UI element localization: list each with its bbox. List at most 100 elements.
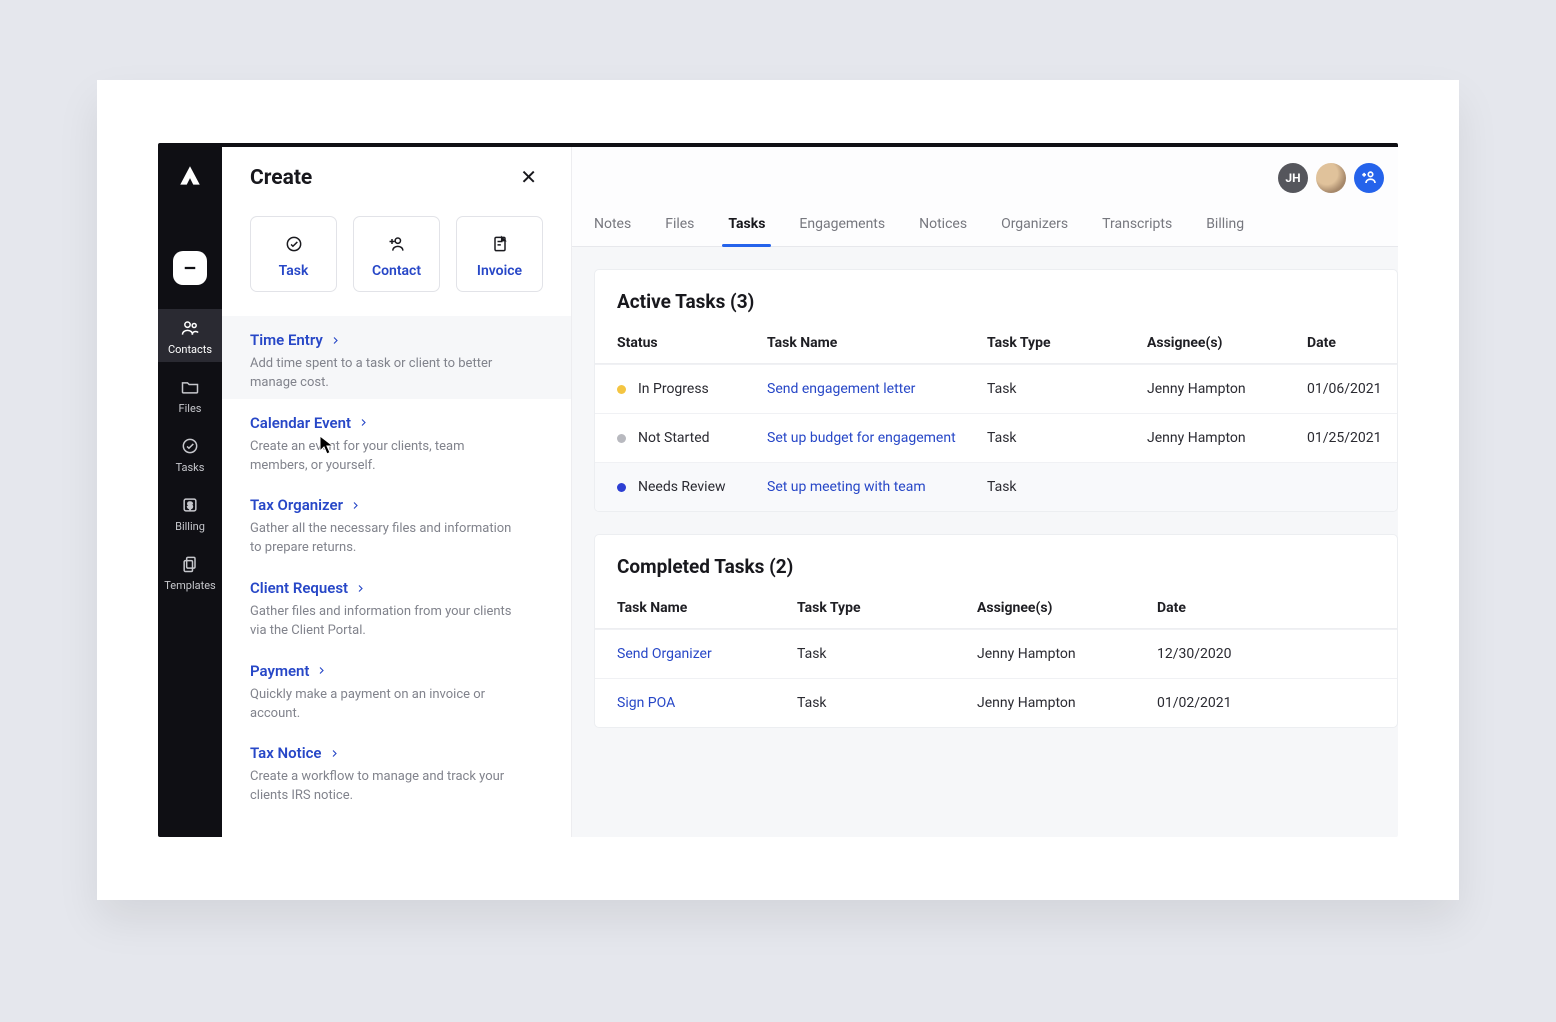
table-row[interactable]: Not Started Set up budget for engagement…: [595, 413, 1397, 462]
create-item-payment[interactable]: Payment Quickly make a payment on an inv…: [250, 647, 543, 730]
status-dot: [617, 385, 626, 394]
col-status: Status: [617, 335, 767, 351]
tile-task[interactable]: Task: [250, 216, 337, 292]
status-text: In Progress: [638, 381, 709, 397]
completed-tasks-card: Completed Tasks (2) Task Name Task Type …: [594, 534, 1398, 728]
tab-files[interactable]: Files: [665, 204, 694, 246]
dollar-icon: $: [179, 494, 201, 516]
tile-invoice[interactable]: Invoice: [456, 216, 543, 292]
task-type: Task: [987, 479, 1147, 495]
tab-tasks[interactable]: Tasks: [728, 204, 765, 246]
create-item-desc: Create an event for your clients, team m…: [250, 438, 520, 476]
table-row[interactable]: Sign POA Task Jenny Hampton 01/02/2021: [595, 678, 1397, 727]
table-row[interactable]: In Progress Send engagement letter Task …: [595, 364, 1397, 413]
col-task-name: Task Name: [617, 600, 797, 616]
tab-engagements[interactable]: Engagements: [799, 204, 885, 246]
tile-contact[interactable]: Contact: [353, 216, 440, 292]
app-logo-icon: [171, 157, 209, 195]
task-name-link[interactable]: Set up meeting with team: [767, 479, 987, 495]
templates-icon: [179, 553, 201, 575]
tile-label: Invoice: [477, 263, 522, 279]
create-item-client-request[interactable]: Client Request Gather files and informat…: [250, 564, 543, 647]
create-item-tax-notice[interactable]: Tax Notice Create a workflow to manage a…: [250, 729, 543, 812]
task-name-link[interactable]: Set up budget for engagement: [767, 430, 987, 446]
task-assignee: Jenny Hampton: [977, 695, 1157, 711]
sidebar-item-billing[interactable]: $ Billing: [158, 486, 222, 539]
sidebar-item-label: Billing: [175, 520, 205, 533]
main-area: JH Notes Files Tasks Engagements Notices…: [572, 147, 1398, 837]
invoice-icon: [489, 233, 511, 255]
create-button[interactable]: [173, 251, 207, 285]
task-assignee: Jenny Hampton: [1147, 381, 1307, 397]
task-name-link[interactable]: Sign POA: [617, 695, 797, 711]
chevron-right-icon: [331, 336, 340, 345]
create-item-calendar-event[interactable]: Calendar Event Create an event for your …: [250, 399, 543, 482]
table-row[interactable]: Needs Review Set up meeting with team Ta…: [595, 462, 1397, 511]
task-name-link[interactable]: Send Organizer: [617, 646, 797, 662]
create-item-tax-organizer[interactable]: Tax Organizer Gather all the necessary f…: [250, 481, 543, 564]
task-type: Task: [987, 430, 1147, 446]
task-type: Task: [797, 646, 977, 662]
task-assignee: Jenny Hampton: [1147, 430, 1307, 446]
chevron-right-icon: [317, 666, 326, 675]
sidebar-item-label: Templates: [164, 579, 215, 592]
task-date: 01/06/2021: [1307, 381, 1382, 397]
create-item-title: Payment: [250, 662, 309, 680]
add-person-icon: [1360, 168, 1378, 189]
avatar-photo[interactable]: [1316, 163, 1346, 193]
chevron-right-icon: [356, 584, 365, 593]
folder-icon: [179, 376, 201, 398]
add-person-icon: [386, 233, 408, 255]
tab-notices[interactable]: Notices: [919, 204, 967, 246]
app-window: Contacts Files Tasks $: [158, 143, 1398, 837]
sidebar-item-label: Contacts: [168, 343, 212, 356]
tab-notes[interactable]: Notes: [594, 204, 631, 246]
status-text: Needs Review: [638, 479, 726, 495]
sidebar-item-files[interactable]: Files: [158, 368, 222, 421]
tab-transcripts[interactable]: Transcripts: [1102, 204, 1172, 246]
create-item-desc: Quickly make a payment on an invoice or …: [250, 686, 520, 724]
completed-tasks-title: Completed Tasks (2): [595, 535, 1397, 590]
sidebar-item-templates[interactable]: Templates: [158, 545, 222, 598]
svg-text:$: $: [187, 500, 192, 510]
sidebar-item-tasks[interactable]: Tasks: [158, 427, 222, 480]
tab-billing[interactable]: Billing: [1206, 204, 1244, 246]
create-item-title: Calendar Event: [250, 414, 351, 432]
sidebar-item-label: Files: [179, 402, 202, 415]
col-assignee: Assignee(s): [1147, 335, 1307, 351]
col-assignee: Assignee(s): [977, 600, 1157, 616]
col-date: Date: [1307, 335, 1375, 351]
col-task-type: Task Type: [797, 600, 977, 616]
chevron-right-icon: [330, 749, 339, 758]
task-date: 01/02/2021: [1157, 695, 1375, 711]
completed-tasks-header: Task Name Task Type Assignee(s) Date: [595, 590, 1397, 629]
close-icon: ✕: [520, 167, 537, 189]
status-text: Not Started: [638, 430, 710, 446]
task-type: Task: [797, 695, 977, 711]
create-item-desc: Gather files and information from your c…: [250, 603, 520, 641]
create-item-time-entry[interactable]: Time Entry Add time spent to a task or c…: [222, 316, 571, 399]
create-panel: Create ✕ Task: [222, 147, 572, 837]
sidebar-item-contacts[interactable]: Contacts: [158, 309, 222, 362]
create-title: Create: [250, 166, 312, 190]
add-member-button[interactable]: [1354, 163, 1384, 193]
tabbar: Notes Files Tasks Engagements Notices Or…: [572, 204, 1398, 247]
status-dot: [617, 434, 626, 443]
task-date: 12/30/2020: [1157, 646, 1375, 662]
task-date: 01/25/2021: [1307, 430, 1382, 446]
close-button[interactable]: ✕: [514, 161, 543, 194]
create-item-desc: Create a workflow to manage and track yo…: [250, 768, 520, 806]
status-dot: [617, 483, 626, 492]
chevron-right-icon: [351, 501, 360, 510]
create-item-desc: Add time spent to a task or client to be…: [250, 355, 520, 393]
avatar-initials[interactable]: JH: [1278, 163, 1308, 193]
create-item-title: Time Entry: [250, 331, 323, 349]
active-tasks-header: Status Task Name Task Type Assignee(s) D…: [595, 325, 1397, 364]
task-assignee: Jenny Hampton: [977, 646, 1157, 662]
table-row[interactable]: Send Organizer Task Jenny Hampton 12/30/…: [595, 629, 1397, 678]
tab-organizers[interactable]: Organizers: [1001, 204, 1068, 246]
col-task-type: Task Type: [987, 335, 1147, 351]
task-name-link[interactable]: Send engagement letter: [767, 381, 987, 397]
check-circle-icon: [179, 435, 201, 457]
tile-label: Contact: [372, 263, 421, 279]
